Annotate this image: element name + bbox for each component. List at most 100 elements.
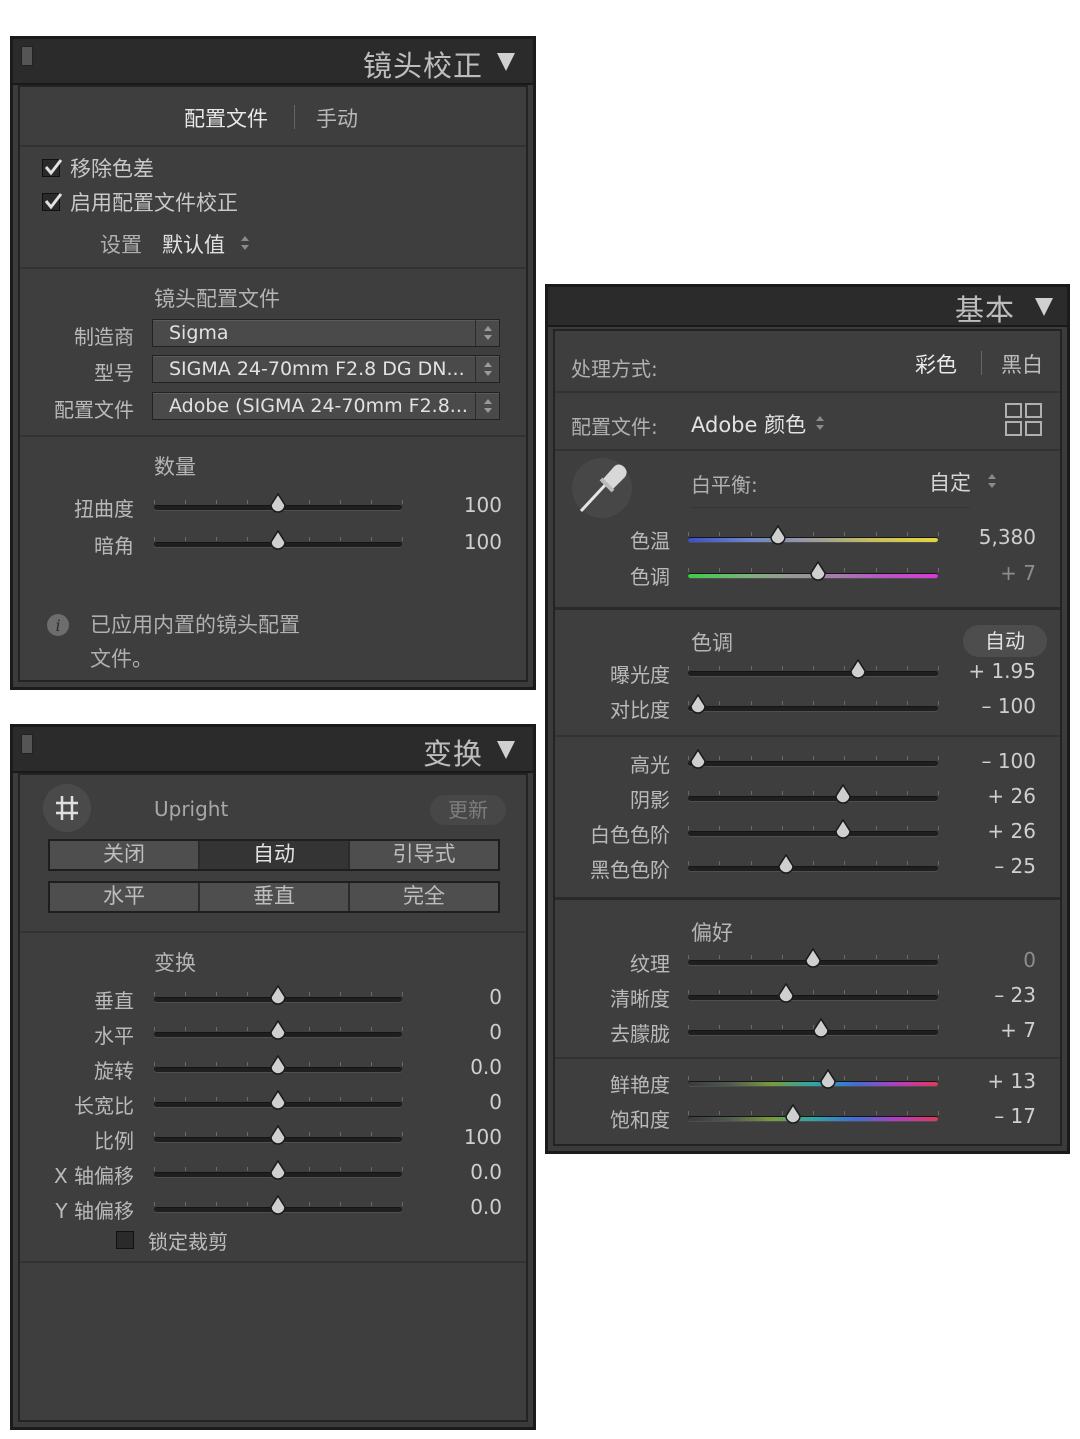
slider-thumb[interactable] bbox=[769, 524, 787, 547]
upright-auto-button[interactable]: 自动 bbox=[200, 841, 350, 869]
slider-track[interactable] bbox=[688, 853, 939, 874]
slider-thumb[interactable] bbox=[689, 693, 707, 716]
slider-thumb[interactable] bbox=[812, 1017, 830, 1040]
slider-value[interactable]: 100 bbox=[464, 530, 502, 554]
eyedropper-icon[interactable] bbox=[571, 457, 633, 519]
tab-profile[interactable]: 配置文件 bbox=[184, 103, 268, 133]
slider-track[interactable] bbox=[154, 1019, 403, 1040]
slider-value[interactable]: – 100 bbox=[981, 749, 1036, 773]
slider-track[interactable] bbox=[688, 560, 939, 581]
slider-track[interactable] bbox=[154, 1089, 403, 1110]
setup-value[interactable]: 默认值 bbox=[162, 229, 225, 259]
slider-value[interactable]: – 17 bbox=[994, 1104, 1036, 1128]
transform-panel-header[interactable]: 变换 bbox=[13, 727, 533, 773]
slider-value[interactable]: 0 bbox=[1023, 948, 1036, 972]
slider-value[interactable]: – 100 bbox=[981, 694, 1036, 718]
updown-arrows-icon[interactable] bbox=[987, 473, 997, 489]
auto-tone-button[interactable]: 自动 bbox=[963, 625, 1047, 657]
profile-browser-grid-icon[interactable] bbox=[1005, 403, 1043, 437]
slider-thumb[interactable] bbox=[777, 982, 795, 1005]
slider-track[interactable] bbox=[688, 748, 939, 769]
collapse-triangle-icon[interactable] bbox=[497, 53, 515, 71]
slider-thumb[interactable] bbox=[269, 529, 287, 552]
slider-value[interactable]: + 13 bbox=[987, 1069, 1036, 1093]
upright-vertical-button[interactable]: 垂直 bbox=[200, 883, 350, 911]
slider-value[interactable]: 0 bbox=[489, 1020, 502, 1044]
slider-value[interactable]: + 26 bbox=[987, 819, 1036, 843]
updown-arrows-icon[interactable] bbox=[815, 415, 825, 431]
remove-ca-checkbox[interactable] bbox=[42, 159, 63, 177]
collapse-triangle-icon[interactable] bbox=[497, 741, 515, 759]
basic-panel-header[interactable]: 基本 bbox=[548, 287, 1067, 327]
slider-value[interactable]: 100 bbox=[464, 1125, 502, 1149]
model-dropdown[interactable]: SIGMA 24-70mm F2.8 DG DN... bbox=[152, 355, 500, 383]
slider-thumb[interactable] bbox=[804, 947, 822, 970]
slider-thumb[interactable] bbox=[849, 658, 867, 681]
slider-thumb[interactable] bbox=[834, 818, 852, 841]
slider-thumb[interactable] bbox=[269, 1124, 287, 1147]
slider-value[interactable]: 100 bbox=[464, 493, 502, 517]
slider-thumb[interactable] bbox=[819, 1068, 837, 1091]
slider-thumb[interactable] bbox=[809, 560, 827, 583]
slider-thumb[interactable] bbox=[689, 748, 707, 771]
upright-off-button[interactable]: 关闭 bbox=[50, 841, 200, 869]
profile-dropdown[interactable]: Adobe (SIGMA 24-70mm F2.8... bbox=[152, 392, 500, 420]
slider-thumb[interactable] bbox=[269, 1194, 287, 1217]
basic-profile-value[interactable]: Adobe 颜色 bbox=[691, 409, 806, 439]
slider-track[interactable] bbox=[154, 1159, 403, 1180]
slider-value[interactable]: + 7 bbox=[1000, 561, 1036, 585]
slider-value[interactable]: 0.0 bbox=[470, 1055, 502, 1079]
slider-track[interactable] bbox=[688, 818, 939, 839]
slider-track[interactable] bbox=[154, 529, 403, 550]
slider-thumb[interactable] bbox=[784, 1103, 802, 1126]
slider-track[interactable] bbox=[154, 984, 403, 1005]
slider-track[interactable] bbox=[688, 1068, 939, 1089]
slider-thumb[interactable] bbox=[834, 783, 852, 806]
slider-thumb[interactable] bbox=[269, 984, 287, 1007]
slider-thumb[interactable] bbox=[269, 492, 287, 515]
treatment-bw-button[interactable]: 黑白 bbox=[1001, 349, 1043, 379]
lens-panel-header[interactable]: 镜头校正 bbox=[13, 39, 533, 85]
slider-thumb[interactable] bbox=[777, 853, 795, 876]
slider-track[interactable] bbox=[688, 947, 939, 968]
crop-tool-icon[interactable] bbox=[42, 783, 92, 833]
slider-value[interactable]: 5,380 bbox=[979, 525, 1036, 549]
slider-value[interactable]: + 1.95 bbox=[968, 659, 1036, 683]
update-button[interactable]: 更新 bbox=[430, 795, 506, 825]
wb-value[interactable]: 自定 bbox=[929, 467, 971, 497]
slider-track[interactable] bbox=[154, 1124, 403, 1145]
panel-switch-icon[interactable] bbox=[21, 734, 33, 754]
upright-full-button[interactable]: 完全 bbox=[350, 883, 498, 911]
slider-thumb[interactable] bbox=[269, 1054, 287, 1077]
updown-arrows-icon[interactable] bbox=[240, 235, 250, 251]
collapse-triangle-icon[interactable] bbox=[1035, 298, 1053, 316]
slider-value[interactable]: – 25 bbox=[994, 854, 1036, 878]
slider-value[interactable]: – 23 bbox=[994, 983, 1036, 1007]
slider-track[interactable] bbox=[688, 783, 939, 804]
slider-track[interactable] bbox=[688, 658, 939, 679]
slider-value[interactable]: + 7 bbox=[1000, 1018, 1036, 1042]
slider-track[interactable] bbox=[154, 1194, 403, 1215]
enable-profile-checkbox[interactable] bbox=[42, 193, 63, 211]
slider-track[interactable] bbox=[154, 1054, 403, 1075]
slider-value[interactable]: 0 bbox=[489, 985, 502, 1009]
slider-track[interactable] bbox=[688, 693, 939, 714]
slider-track[interactable] bbox=[688, 524, 939, 545]
slider-thumb[interactable] bbox=[269, 1159, 287, 1182]
panel-switch-icon[interactable] bbox=[21, 46, 33, 66]
slider-track[interactable] bbox=[688, 1017, 939, 1038]
slider-value[interactable]: + 26 bbox=[987, 784, 1036, 808]
lock-crop-checkbox[interactable] bbox=[116, 1231, 134, 1249]
slider-value[interactable]: 0.0 bbox=[470, 1195, 502, 1219]
slider-track[interactable] bbox=[688, 1103, 939, 1124]
upright-guided-button[interactable]: 引导式 bbox=[350, 841, 498, 869]
treatment-color-button[interactable]: 彩色 bbox=[915, 349, 957, 379]
upright-level-button[interactable]: 水平 bbox=[50, 883, 200, 911]
slider-thumb[interactable] bbox=[269, 1089, 287, 1112]
slider-track[interactable] bbox=[154, 492, 403, 513]
slider-value[interactable]: 0.0 bbox=[470, 1160, 502, 1184]
make-dropdown[interactable]: Sigma bbox=[152, 319, 500, 347]
slider-value[interactable]: 0 bbox=[489, 1090, 502, 1114]
slider-thumb[interactable] bbox=[269, 1019, 287, 1042]
slider-track[interactable] bbox=[688, 982, 939, 1003]
